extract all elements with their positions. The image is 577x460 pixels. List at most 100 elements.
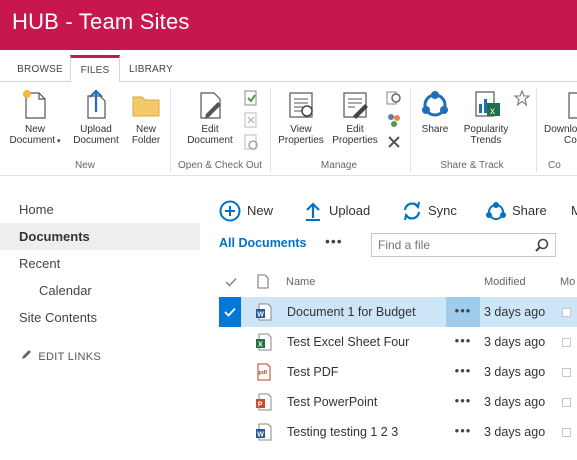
- file-name-link[interactable]: Test PDF: [287, 365, 338, 379]
- shared-with-icon[interactable]: [386, 112, 402, 128]
- group-divider: [270, 88, 271, 172]
- suite-bar: HUB - Team Sites: [0, 0, 577, 50]
- tab-browse[interactable]: BROWSE: [10, 58, 70, 82]
- group-divider: [410, 88, 411, 172]
- file-name-link[interactable]: Document 1 for Budget: [287, 305, 416, 319]
- add-circle-icon: [219, 200, 241, 222]
- group-label-open-check-out: Open & Check Out: [178, 160, 262, 171]
- group-label-share-track: Share & Track: [440, 160, 504, 171]
- row-select-checkbox[interactable]: [219, 357, 241, 387]
- table-row[interactable]: pdf Test PDF ••• 3 days ago: [219, 357, 577, 387]
- svg-text:P: P: [258, 402, 263, 409]
- column-header-name[interactable]: Name: [286, 276, 315, 288]
- new-folder-button[interactable]: New Folder: [126, 88, 166, 146]
- pencil-icon: [21, 349, 35, 363]
- row-checkbox[interactable]: [562, 398, 571, 407]
- group-divider: [536, 88, 537, 172]
- new-document-icon: [19, 88, 51, 120]
- column-header-modified[interactable]: Modified: [484, 276, 526, 288]
- more-options-button[interactable]: •••: [446, 387, 480, 417]
- select-all-checkmark-icon[interactable]: [225, 277, 237, 287]
- view-all-documents[interactable]: All Documents: [219, 236, 307, 250]
- nav-item-calendar[interactable]: Calendar: [0, 277, 200, 304]
- row-select-checkbox[interactable]: [219, 297, 241, 327]
- nav-item-home[interactable]: Home: [0, 196, 200, 223]
- row-checkbox[interactable]: [562, 308, 571, 317]
- sync-command-button[interactable]: Sync: [402, 199, 472, 223]
- row-select-checkbox[interactable]: [219, 387, 241, 417]
- share-ribbon-button[interactable]: Share: [414, 88, 456, 135]
- nav-item-documents[interactable]: Documents: [0, 223, 200, 250]
- upload-document-button[interactable]: Upload Document: [68, 88, 124, 146]
- download-copy-icon: [562, 88, 577, 120]
- new-command-button[interactable]: New: [219, 199, 299, 223]
- view-properties-icon: [285, 88, 317, 120]
- svg-text:W: W: [257, 432, 264, 439]
- group-label-new: New: [74, 160, 95, 171]
- view-properties-button[interactable]: View Properties: [274, 88, 328, 146]
- row-select-checkbox[interactable]: [219, 417, 241, 447]
- edit-links-button[interactable]: EDIT LINKS: [21, 349, 101, 363]
- svg-text:x: x: [490, 106, 495, 117]
- table-row[interactable]: P Test PowerPoint ••• 3 days ago: [219, 387, 577, 417]
- edit-properties-icon: [339, 88, 371, 120]
- modified-date: 3 days ago: [484, 425, 546, 439]
- ribbon-tabs: BROWSE FILES LIBRARY: [0, 50, 577, 83]
- check-out-icon[interactable]: [243, 90, 259, 106]
- file-type-header-icon: [257, 274, 269, 289]
- modified-date: 3 days ago: [484, 365, 546, 379]
- table-row[interactable]: W Testing testing 1 2 3 ••• 3 days ago: [219, 417, 577, 447]
- tab-library[interactable]: LIBRARY: [122, 58, 180, 82]
- modified-date: 3 days ago: [484, 335, 546, 349]
- group-label-manage: Manage: [320, 160, 358, 171]
- word-file-icon: W: [256, 303, 272, 321]
- nav-item-site-contents[interactable]: Site Contents: [0, 304, 200, 331]
- new-document-button[interactable]: New Document ▾: [4, 88, 66, 147]
- upload-arrow-icon: [306, 202, 320, 221]
- file-name-link[interactable]: Testing testing 1 2 3: [287, 425, 398, 439]
- popularity-trends-button[interactable]: x Popularity Trends: [456, 88, 516, 146]
- version-history-icon[interactable]: [386, 90, 402, 106]
- table-row[interactable]: X Test Excel Sheet Four ••• 3 days ago: [219, 327, 577, 357]
- follow-star-icon[interactable]: [514, 90, 530, 106]
- share-icon: [419, 88, 451, 120]
- view-more-button[interactable]: •••: [325, 233, 343, 249]
- download-copy-button[interactable]: Downlo Cop: [540, 88, 577, 146]
- ribbon: New Document ▾ Upload Document New Folde…: [0, 82, 577, 176]
- row-checkbox[interactable]: [562, 428, 571, 437]
- search-input[interactable]: [372, 234, 522, 256]
- nav-item-recent[interactable]: Recent: [0, 250, 200, 277]
- column-header-modified-by[interactable]: Mo: [560, 276, 575, 288]
- excel-file-icon: X: [256, 333, 272, 351]
- file-name-link[interactable]: Test Excel Sheet Four: [287, 335, 409, 349]
- more-command-button[interactable]: M: [571, 199, 577, 223]
- modified-date: 3 days ago: [484, 305, 546, 319]
- edit-document-button[interactable]: Edit Document: [180, 88, 240, 146]
- edit-document-icon: [194, 88, 226, 120]
- edit-properties-button[interactable]: Edit Properties: [328, 88, 382, 146]
- discard-check-out-icon[interactable]: [243, 134, 259, 150]
- tab-files[interactable]: FILES: [70, 55, 120, 83]
- row-select-checkbox[interactable]: [219, 327, 241, 357]
- more-options-button[interactable]: •••: [446, 327, 480, 357]
- delete-icon[interactable]: [386, 134, 402, 150]
- table-row[interactable]: W Document 1 for Budget ••• 3 days ago: [219, 297, 577, 327]
- svg-text:W: W: [257, 312, 264, 319]
- more-options-button[interactable]: •••: [446, 357, 480, 387]
- svg-text:pdf: pdf: [259, 370, 268, 376]
- row-checkbox[interactable]: [562, 338, 571, 347]
- share-command-button[interactable]: Share: [485, 199, 555, 223]
- folder-icon: [130, 88, 162, 120]
- more-options-button[interactable]: •••: [446, 417, 480, 447]
- site-title[interactable]: HUB - Team Sites: [12, 9, 190, 35]
- search-icon[interactable]: [535, 238, 549, 252]
- group-divider: [170, 88, 171, 172]
- row-checkbox[interactable]: [562, 368, 571, 377]
- check-in-icon[interactable]: [243, 112, 259, 128]
- file-name-link[interactable]: Test PowerPoint: [287, 395, 377, 409]
- more-options-button[interactable]: •••: [446, 297, 480, 327]
- upload-command-button[interactable]: Upload: [304, 199, 384, 223]
- word-file-icon: W: [256, 423, 272, 441]
- svg-text:X: X: [258, 342, 263, 349]
- sync-icon: [403, 201, 421, 221]
